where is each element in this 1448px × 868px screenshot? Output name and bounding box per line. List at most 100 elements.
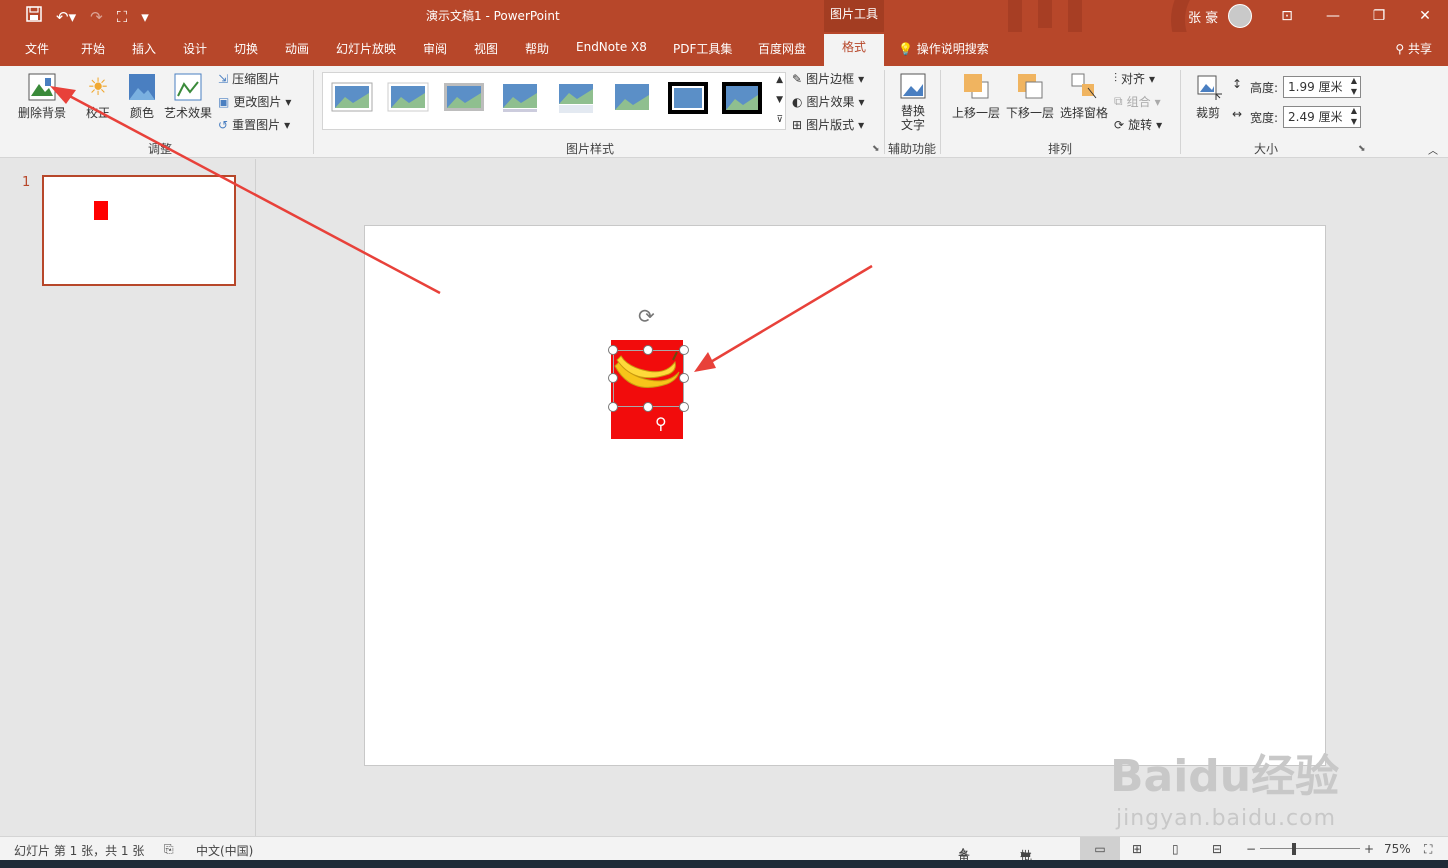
- minimize-icon[interactable]: —: [1310, 0, 1356, 32]
- width-input[interactable]: 2.49 厘米 ▲ ▼: [1283, 106, 1361, 128]
- compress-pictures-button[interactable]: ⇲ 压缩图片: [218, 70, 280, 87]
- bring-forward-button[interactable]: 上移一层: [950, 72, 1002, 121]
- tab-format[interactable]: 格式: [824, 34, 884, 66]
- align-button[interactable]: ⫶ 对齐 ▾: [1114, 70, 1155, 87]
- dialog-launcher-icon[interactable]: ⬊: [872, 144, 880, 154]
- slide-sorter-icon[interactable]: ⊞: [1132, 842, 1142, 856]
- rotate-button[interactable]: ⟳ 旋转 ▾: [1114, 116, 1162, 133]
- undo-icon[interactable]: ↶▾: [56, 7, 76, 27]
- close-icon[interactable]: ✕: [1402, 0, 1448, 32]
- user-name[interactable]: 张 豪: [1188, 7, 1218, 26]
- rotate-handle-icon[interactable]: ⟳: [638, 304, 655, 328]
- height-label: 高度:: [1250, 81, 1279, 95]
- resize-handle[interactable]: [643, 402, 653, 412]
- zoom-slider-thumb[interactable]: [1292, 843, 1296, 855]
- baidu-watermark: Baidu经验: [1110, 751, 1340, 802]
- tab-insert[interactable]: 插入: [132, 40, 156, 57]
- tab-file[interactable]: 文件: [25, 40, 49, 57]
- style-thumbnail[interactable]: [443, 81, 485, 115]
- color-label: 颜色: [129, 106, 154, 120]
- style-thumbnail[interactable]: [331, 81, 373, 115]
- tab-pdf-tools[interactable]: PDF工具集: [673, 40, 732, 57]
- tab-transitions[interactable]: 切换: [234, 40, 258, 57]
- tab-slideshow[interactable]: 幻灯片放映: [336, 40, 396, 57]
- slideshow-icon[interactable]: ⊟: [1212, 842, 1222, 856]
- collapse-ribbon-icon[interactable]: ︿: [1428, 142, 1438, 157]
- picture-border-button[interactable]: ✎ 图片边框 ▾: [792, 70, 864, 87]
- present-icon[interactable]: ⛶: [117, 7, 128, 27]
- resize-handle[interactable]: [608, 402, 618, 412]
- tab-help[interactable]: 帮助: [525, 40, 549, 57]
- crop-button[interactable]: 裁剪: [1190, 72, 1226, 121]
- color-button[interactable]: 颜色: [124, 72, 160, 121]
- height-input[interactable]: 1.99 厘米 ▲ ▼: [1283, 76, 1361, 98]
- tab-review[interactable]: 审阅: [423, 40, 447, 57]
- save-icon[interactable]: [26, 6, 42, 27]
- remove-background-button[interactable]: 删除背景: [16, 72, 68, 121]
- resize-handle[interactable]: [608, 345, 618, 355]
- tab-endnote[interactable]: EndNote X8: [576, 40, 647, 54]
- corrections-button[interactable]: ☀ 校正: [80, 72, 116, 121]
- title-bar: ↶▾ ↷ ⛶ ▾ 演示文稿1 - PowerPoint 图片工具 张 豪 ⊡ —…: [0, 0, 1448, 66]
- chevron-down-icon: ▾: [1154, 94, 1161, 109]
- tell-me-search[interactable]: 💡 操作说明搜索: [898, 40, 989, 57]
- gallery-scroll-up-icon[interactable]: ▲: [776, 75, 783, 85]
- gallery-more-icon[interactable]: ⊽: [776, 115, 783, 125]
- style-thumbnail[interactable]: [721, 81, 763, 115]
- reset-picture-button[interactable]: ↺ 重置图片 ▾: [218, 116, 290, 133]
- tab-home[interactable]: 开始: [81, 40, 105, 57]
- style-thumbnail[interactable]: [387, 81, 429, 115]
- style-thumbnail[interactable]: [611, 81, 653, 115]
- zoom-out-icon[interactable]: −: [1246, 842, 1256, 856]
- artistic-effects-button[interactable]: 艺术效果: [162, 72, 214, 121]
- tab-view[interactable]: 视图: [474, 40, 498, 57]
- resize-handle[interactable]: [608, 373, 618, 383]
- chevron-down-icon: ▾: [1149, 71, 1156, 86]
- change-picture-button[interactable]: ▣ 更改图片 ▾: [218, 93, 291, 110]
- picture-effects-button[interactable]: ◐ 图片效果 ▾: [792, 93, 865, 110]
- zoom-slider[interactable]: [1260, 848, 1360, 849]
- tab-baidu-netdisk[interactable]: 百度网盘: [758, 40, 806, 57]
- thumbnail-picture: [94, 201, 108, 220]
- picture-layout-button[interactable]: ⊞ 图片版式 ▾: [792, 116, 864, 133]
- chevron-down-icon: ▾: [1156, 117, 1163, 132]
- adjust-group-label: 调整: [148, 142, 173, 156]
- resize-handle[interactable]: [679, 345, 689, 355]
- send-backward-button[interactable]: 下移一层: [1004, 72, 1056, 121]
- slide-canvas[interactable]: [364, 225, 1326, 766]
- reading-view-icon[interactable]: ▯: [1172, 842, 1179, 856]
- selection-pane-button[interactable]: 选择窗格: [1058, 72, 1110, 121]
- normal-view-icon[interactable]: ▭: [1080, 837, 1120, 861]
- picture-layout-label: 图片版式: [806, 118, 855, 132]
- language[interactable]: 中文(中国): [196, 842, 253, 859]
- style-thumbnail[interactable]: [667, 81, 709, 115]
- avatar[interactable]: [1228, 4, 1252, 28]
- customize-icon[interactable]: ▾: [141, 7, 149, 27]
- dialog-launcher-icon[interactable]: ⬊: [1358, 144, 1366, 154]
- tab-design[interactable]: 设计: [183, 40, 207, 57]
- group-divider: [1180, 70, 1181, 154]
- slide-thumbnail[interactable]: [42, 175, 236, 286]
- resize-handle[interactable]: [679, 373, 689, 383]
- ribbon-display-icon[interactable]: ⊡: [1264, 0, 1310, 32]
- share-button[interactable]: ⚲ 共享: [1395, 40, 1432, 57]
- resize-handle[interactable]: [643, 345, 653, 355]
- window-controls: ⊡ — ❐ ✕: [1264, 0, 1448, 32]
- restore-icon[interactable]: ❐: [1356, 0, 1402, 32]
- fit-to-window-icon[interactable]: ⛶: [1424, 842, 1432, 857]
- spinner-arrows-icon[interactable]: ▲ ▼: [1351, 105, 1357, 127]
- style-thumbnail[interactable]: [499, 81, 541, 115]
- slide-info: 幻灯片 第 1 张，共 1 张: [14, 844, 145, 858]
- zoom-level[interactable]: 75%: [1384, 842, 1411, 856]
- redo-icon[interactable]: ↷: [90, 7, 103, 27]
- group-button[interactable]: ⧉ 组合 ▾: [1114, 93, 1161, 110]
- zoom-in-icon[interactable]: +: [1364, 842, 1374, 856]
- spinner-arrows-icon[interactable]: ▲ ▼: [1351, 75, 1357, 97]
- accessibility-group-label: 辅助功能: [888, 142, 937, 156]
- gallery-scroll-down-icon[interactable]: ▼: [776, 95, 783, 105]
- resize-handle[interactable]: [679, 402, 689, 412]
- spellcheck-icon[interactable]: ⎘: [164, 842, 174, 857]
- tab-animations[interactable]: 动画: [285, 40, 309, 57]
- alt-text-button[interactable]: 替换文字: [894, 72, 932, 132]
- style-thumbnail[interactable]: [555, 81, 597, 115]
